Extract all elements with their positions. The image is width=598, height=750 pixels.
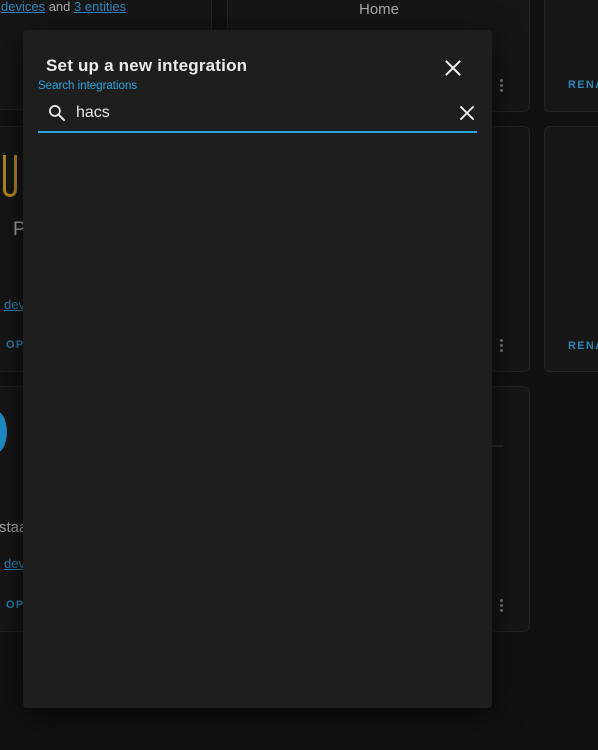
divider [491, 445, 503, 447]
search-field[interactable]: Search integrations [38, 78, 477, 134]
integrations-page: devices and 3 entities Home RENA P devi … [0, 0, 598, 750]
entities-link[interactable]: 3 entities [74, 0, 126, 14]
add-integration-dialog: Set up a new integration Search integrat… [23, 30, 492, 708]
card-entities-line: devices and 3 entities [1, 0, 126, 14]
integration-card: RENA [544, 0, 598, 112]
brand-logo [0, 411, 7, 453]
more-options-icon[interactable] [500, 599, 504, 614]
search-underline [38, 131, 477, 133]
more-options-icon[interactable] [500, 79, 504, 94]
close-icon [445, 60, 461, 76]
search-icon [49, 105, 66, 122]
and-text: and [48, 0, 71, 14]
more-options-icon[interactable] [500, 339, 504, 354]
search-label: Search integrations [38, 80, 138, 92]
card-title: Home [359, 1, 400, 18]
rename-button[interactable]: RENA [568, 79, 598, 91]
search-input[interactable] [76, 102, 446, 124]
integration-card [490, 126, 530, 372]
options-button[interactable]: OP [6, 339, 25, 351]
brand-logo [3, 155, 17, 197]
integration-results-list [23, 136, 492, 708]
dialog-title: Set up a new integration [46, 56, 248, 75]
devices-link[interactable]: devices [1, 0, 45, 14]
clear-search-button[interactable] [456, 102, 478, 124]
options-button[interactable]: OP [6, 599, 25, 611]
integration-card: RENA [544, 126, 598, 372]
integration-card [490, 386, 530, 632]
close-button[interactable] [441, 56, 465, 80]
close-icon [459, 105, 475, 121]
rename-button[interactable]: RENA [568, 340, 598, 352]
